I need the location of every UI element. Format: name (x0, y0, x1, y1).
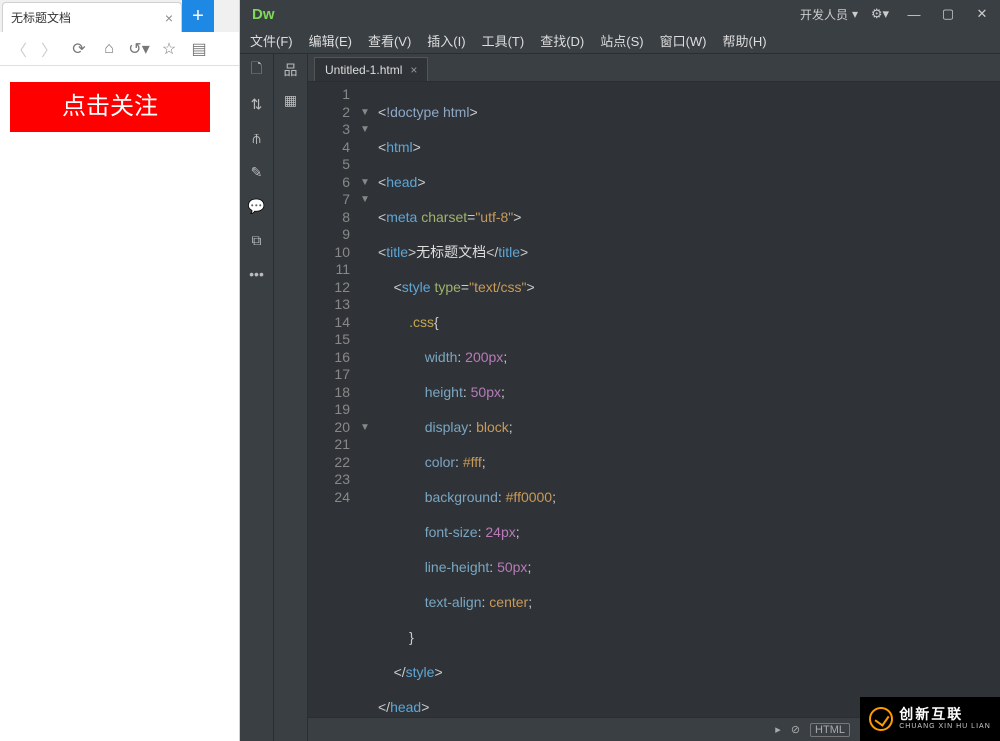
more-icon[interactable]: ••• (247, 264, 267, 284)
workspace-switcher[interactable]: 开发人员 ▾ (800, 6, 858, 23)
menu-find[interactable]: 查找(D) (540, 31, 584, 50)
menu-site[interactable]: 站点(S) (600, 31, 643, 50)
menu-edit[interactable]: 编辑(E) (309, 31, 352, 50)
close-file-icon[interactable]: × (410, 63, 417, 77)
watermark-logo-icon (869, 707, 893, 731)
menu-window[interactable]: 窗口(W) (660, 31, 707, 50)
close-tab-icon[interactable]: × (165, 10, 173, 26)
sort-icon[interactable]: ⇅ (247, 94, 267, 114)
menu-file[interactable]: 文件(F) (250, 31, 293, 50)
minimize-icon[interactable]: — (902, 5, 926, 23)
dw-logo: Dw (246, 6, 275, 23)
close-window-icon[interactable]: ✕ (970, 5, 994, 23)
overflow-icon[interactable]: ▸ (775, 723, 781, 736)
snippet-icon[interactable]: ⧉ (247, 230, 267, 250)
browser-page: 点击关注 (0, 66, 239, 741)
wand-icon[interactable]: ✎ (247, 162, 267, 182)
star-icon[interactable]: ☆ (160, 39, 178, 59)
file-tab-strip: Untitled-1.html × (308, 54, 1000, 82)
file-tab-label: Untitled-1.html (325, 63, 402, 77)
undo-icon[interactable]: ↺▾ (130, 39, 148, 59)
browser-toolbar: 〈 〉 ⟳ ⌂ ↺▾ ☆ ▤ (0, 32, 239, 66)
new-tab-button[interactable]: + (182, 0, 214, 32)
dw-menubar: 文件(F) 编辑(E) 查看(V) 插入(I) 工具(T) 查找(D) 站点(S… (240, 28, 1000, 54)
dw-titlebar: Dw 开发人员 ▾ ⚙▾ — ▢ ✕ (240, 0, 1000, 28)
sync-icon[interactable]: ⚙▾ (868, 5, 892, 23)
browser-tab-strip: 无标题文档 × + (0, 0, 239, 32)
dw-toolbar-secondary: 品 ▦ (274, 54, 308, 741)
watermark-title: 创新互联 (899, 707, 991, 722)
file-tab[interactable]: Untitled-1.html × (314, 57, 428, 81)
forward-icon[interactable]: 〉 (40, 37, 58, 61)
dw-toolbar-left: 🗋 ⇅ ⫚ ✎ 💬 ⧉ ••• (240, 54, 274, 741)
browser-pane: 无标题文档 × + 〈 〉 ⟳ ⌂ ↺▾ ☆ ▤ 点击关注 (0, 0, 240, 741)
file-icon[interactable]: 🗋 (247, 60, 267, 80)
reader-icon[interactable]: ▤ (190, 39, 208, 59)
menu-insert[interactable]: 插入(I) (427, 31, 465, 50)
code-editor[interactable]: 123456789101112131415161718192021222324 … (308, 82, 1000, 717)
home-icon[interactable]: ⌂ (100, 40, 118, 58)
demo-button[interactable]: 点击关注 (10, 82, 210, 132)
back-icon[interactable]: 〈 (10, 37, 28, 61)
fold-gutter: ▼▼▼▼▼ (358, 82, 372, 717)
code-area[interactable]: <!doctype html> <html> <head> <meta char… (372, 82, 1000, 717)
watermark: 创新互联 CHUANG XIN HU LIAN (860, 697, 1000, 741)
sync-status-icon[interactable]: ⊘ (791, 723, 800, 736)
watermark-subtitle: CHUANG XIN HU LIAN (899, 723, 991, 731)
menu-view[interactable]: 查看(V) (368, 31, 411, 50)
menu-help[interactable]: 帮助(H) (723, 31, 767, 50)
branch-icon[interactable]: ⫚ (247, 128, 267, 148)
line-gutter: 123456789101112131415161718192021222324 (308, 82, 358, 717)
language-indicator[interactable]: HTML (810, 723, 850, 737)
comment-icon[interactable]: 💬 (247, 196, 267, 216)
dreamweaver-pane: Dw 开发人员 ▾ ⚙▾ — ▢ ✕ 文件(F) 编辑(E) 查看(V) 插入(… (240, 0, 1000, 741)
assets-icon[interactable]: ▦ (281, 90, 301, 110)
dom-icon[interactable]: 品 (281, 60, 301, 80)
reload-icon[interactable]: ⟳ (70, 39, 88, 59)
maximize-icon[interactable]: ▢ (936, 5, 960, 23)
menu-tools[interactable]: 工具(T) (482, 31, 525, 50)
browser-tab[interactable]: 无标题文档 × (2, 2, 182, 32)
browser-tab-title: 无标题文档 (11, 9, 71, 26)
